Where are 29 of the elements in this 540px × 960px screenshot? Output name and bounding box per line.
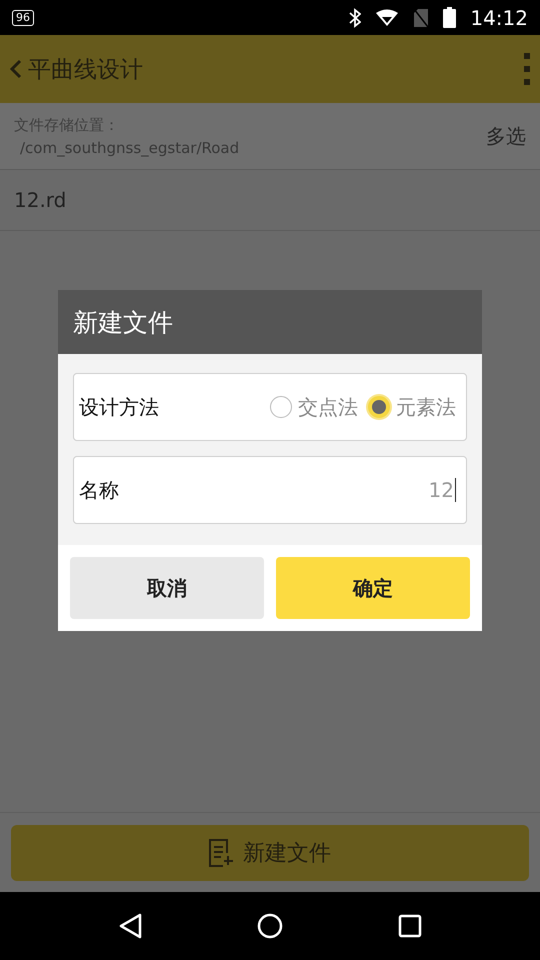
recents-nav-icon[interactable] [398,914,422,938]
name-label: 名称 [79,476,120,504]
cancel-button[interactable]: 取消 [70,557,264,619]
new-file-button[interactable]: 新建文件 [11,824,529,880]
home-nav-icon[interactable] [256,913,283,939]
radio-icon[interactable] [270,396,292,418]
page-title: 平曲线设计 [28,56,143,84]
method-option[interactable]: 元素法 [368,394,456,420]
multi-select-button[interactable]: 多选 [486,122,526,150]
confirm-button[interactable]: 确定 [276,557,470,619]
name-input-field[interactable]: 12 [333,478,456,502]
storage-path: /com_southgnss_egstar/Road [19,138,240,156]
more-menu-icon[interactable] [524,53,530,85]
back-icon[interactable] [10,59,22,79]
no-sim-icon [413,8,430,28]
method-option-label: 交点法 [298,394,358,420]
battery-icon [443,7,456,28]
battery-saver-badge: 96 [12,10,34,26]
method-option-label: 元素法 [396,394,456,420]
dialog-title: 新建文件 [58,290,482,354]
wifi-icon [375,8,400,26]
radio-icon[interactable] [368,396,390,418]
file-item[interactable]: 12.rd [0,170,540,231]
back-nav-icon[interactable] [118,913,142,939]
method-option[interactable]: 交点法 [270,394,358,420]
bluetooth-icon [349,8,362,28]
add-document-icon [209,838,235,866]
design-method-label: 设计方法 [79,394,160,420]
clock-time: 14:12 [470,6,528,30]
